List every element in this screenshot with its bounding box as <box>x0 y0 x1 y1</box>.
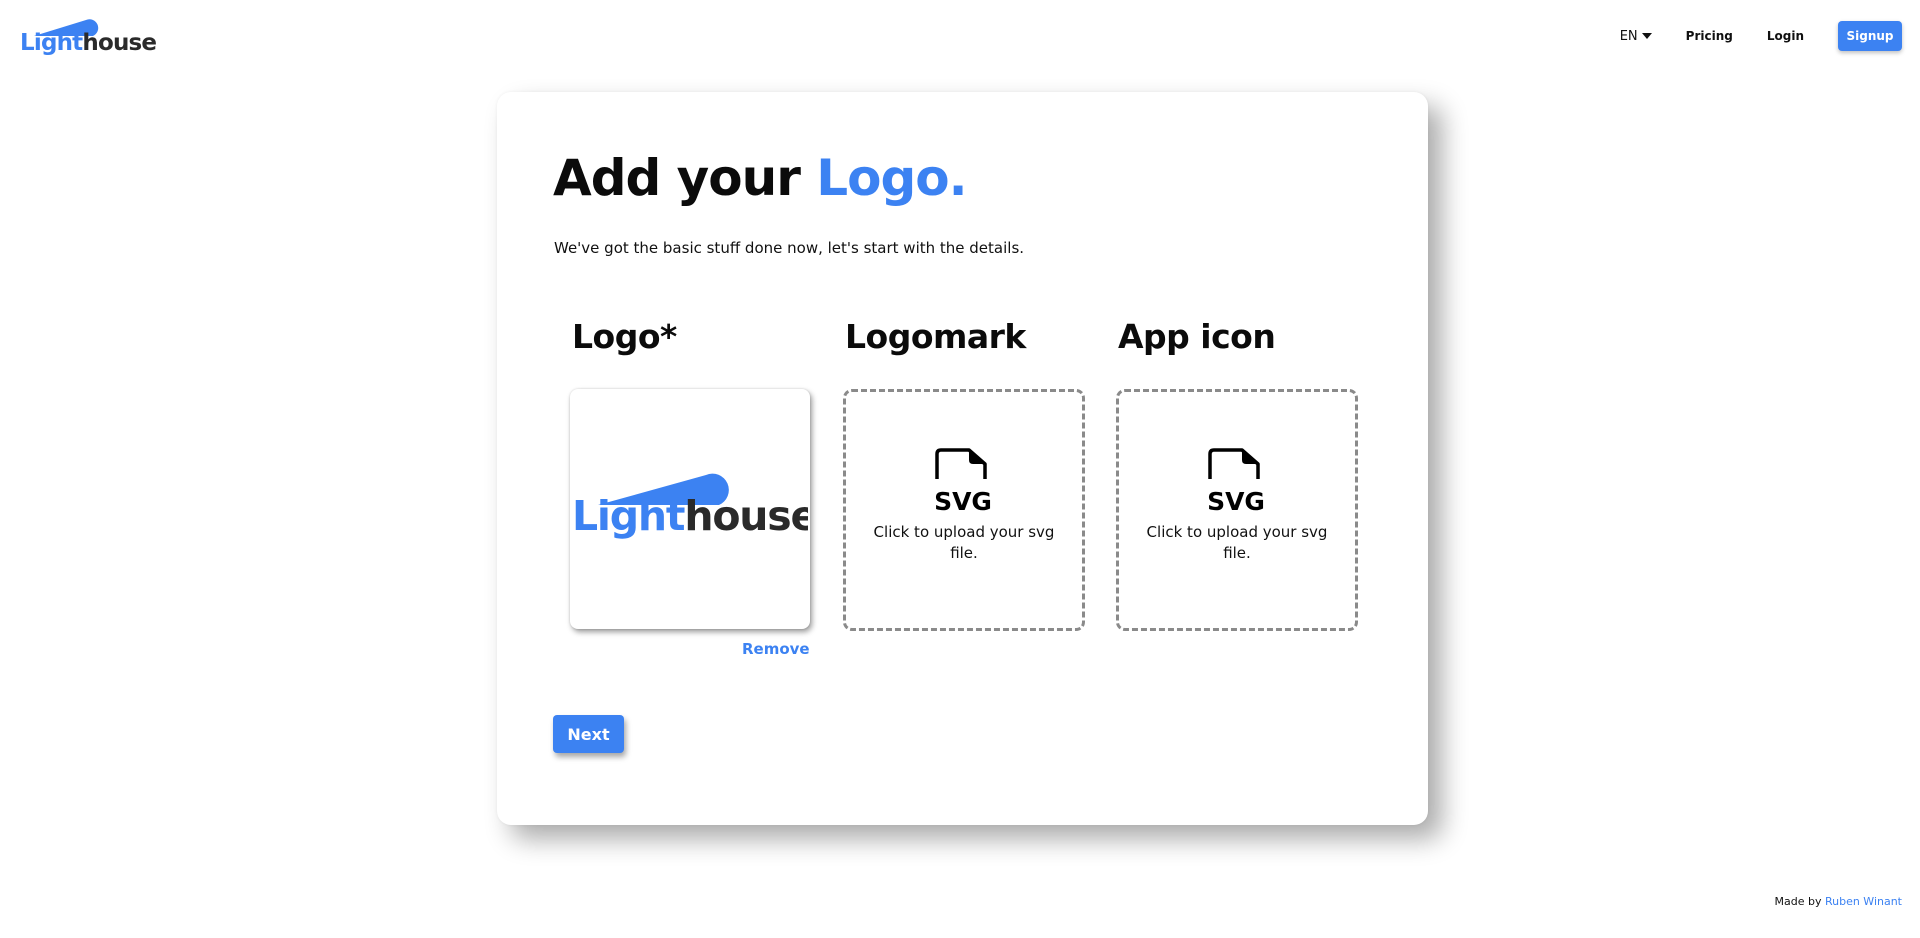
svg-file-icon: SVG <box>934 448 992 512</box>
logomark-dropzone[interactable]: SVG Click to upload your svg file. <box>843 389 1085 631</box>
preview-house-text: house <box>684 492 808 540</box>
footer-made-by: Made by <box>1774 895 1822 908</box>
language-selector[interactable]: EN <box>1620 29 1652 44</box>
preview-light-text: Light <box>572 492 685 540</box>
app-icon-column: App icon <box>1115 317 1360 356</box>
footer-credit: Made by Ruben Winant <box>1774 895 1902 908</box>
app-icon-column-title: App icon <box>1118 317 1276 356</box>
author-link[interactable]: Ruben Winant <box>1825 895 1902 908</box>
page-title: Add your Logo. <box>553 149 968 207</box>
chevron-down-icon <box>1641 33 1652 39</box>
brand-light-text: Light <box>20 30 83 56</box>
language-label: EN <box>1619 28 1638 44</box>
brand-logo[interactable]: Lighthouse <box>20 14 157 56</box>
logomark-upload-text: Click to upload your svg file. <box>873 523 1055 562</box>
logo-upload-card: Add your Logo. We've got the basic stuff… <box>497 92 1428 825</box>
svg-text:Lighthouse: Lighthouse <box>572 492 808 540</box>
svg-icon-label: SVG <box>1207 487 1265 512</box>
svg-file-icon: SVG <box>1207 448 1265 512</box>
next-button[interactable]: Next <box>553 715 624 753</box>
logo-preview[interactable]: Lighthouse <box>570 389 810 629</box>
top-nav: EN Pricing Login Signup <box>1620 21 1902 51</box>
title-prefix: Add your <box>553 149 817 207</box>
svg-text:Lighthouse: Lighthouse <box>20 30 156 56</box>
logo-column: Logo* <box>569 317 814 356</box>
title-accent: Logo. <box>816 149 967 207</box>
app-icon-upload-text: Click to upload your svg file. <box>1146 523 1328 562</box>
login-link[interactable]: Login <box>1767 29 1804 43</box>
app-icon-dropzone[interactable]: SVG Click to upload your svg file. <box>1116 389 1358 631</box>
brand-house-text: house <box>82 30 156 56</box>
remove-logo-link[interactable]: Remove <box>742 640 810 658</box>
logomark-column-title: Logomark <box>845 317 1026 356</box>
logomark-column: Logomark <box>842 317 1087 356</box>
signup-button[interactable]: Signup <box>1838 21 1902 51</box>
page-subtitle: We've got the basic stuff done now, let'… <box>554 239 1025 257</box>
pricing-link[interactable]: Pricing <box>1686 29 1733 43</box>
svg-icon-label: SVG <box>934 487 992 512</box>
logo-column-title: Logo* <box>572 317 677 356</box>
